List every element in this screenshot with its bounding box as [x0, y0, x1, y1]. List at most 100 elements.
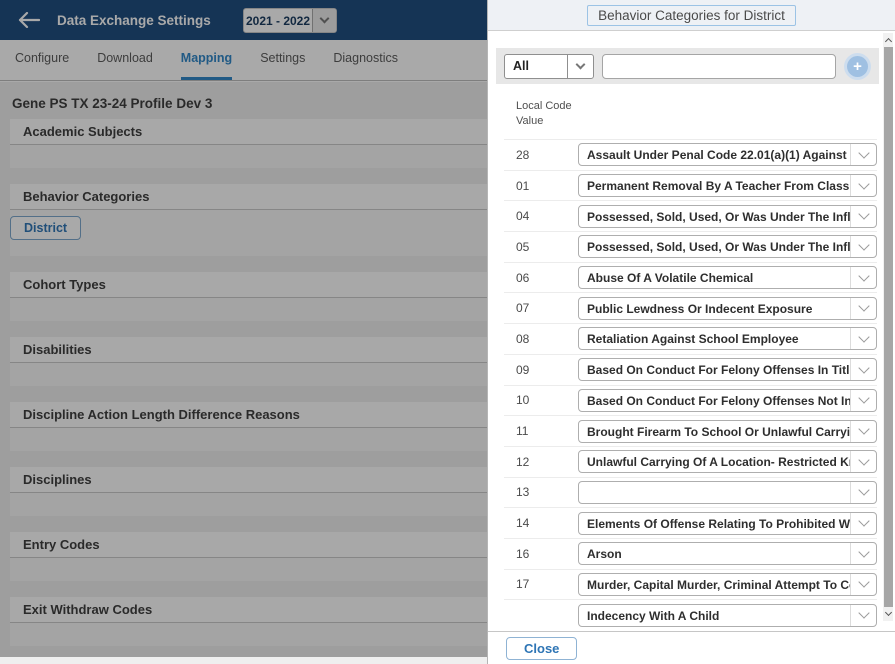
value-dropdown[interactable]: Public Lewdness Or Indecent Exposure [578, 297, 877, 320]
value-text: Based On Conduct For Felony Offenses In … [579, 359, 850, 380]
table-row: 11 Brought Firearm To School Or Unlawful… [504, 415, 877, 446]
local-code: 17 [516, 577, 578, 591]
chevron-down-icon [850, 267, 876, 288]
column-header: Local Code Value [516, 99, 895, 129]
local-code: 09 [516, 363, 578, 377]
chevron-down-icon [850, 482, 876, 503]
close-button[interactable]: Close [506, 637, 577, 660]
local-code: 16 [516, 547, 578, 561]
table-row: 05 Possessed, Sold, Used, Or Was Under T… [504, 231, 877, 262]
value-text: Public Lewdness Or Indecent Exposure [579, 298, 850, 319]
local-code: 08 [516, 332, 578, 346]
chevron-down-icon [850, 574, 876, 595]
value-dropdown[interactable]: Brought Firearm To School Or Unlawful Ca… [578, 420, 877, 443]
dialog-toolbar: All + [496, 48, 879, 84]
chevron-down-icon [850, 605, 876, 626]
value-text: Elements Of Offense Relating To Prohibit… [579, 513, 850, 534]
local-code: 04 [516, 209, 578, 223]
dialog-scrollbar[interactable] [883, 33, 893, 621]
value-text: Assault Under Penal Code 22.01(a)(1) Aga… [579, 144, 850, 165]
value-text: Arson [579, 543, 850, 564]
value-dropdown[interactable]: Abuse Of A Volatile Chemical [578, 266, 877, 289]
table-row: 01 Permanent Removal By A Teacher From C… [504, 170, 877, 201]
chevron-down-icon [850, 175, 876, 196]
value-dropdown[interactable]: Based On Conduct For Felony Offenses In … [578, 358, 877, 381]
table-row-partial: Indecency With A Child [504, 599, 877, 630]
table-row: 09 Based On Conduct For Felony Offenses … [504, 354, 877, 385]
chevron-down-icon [567, 55, 593, 78]
value-dropdown[interactable]: Unlawful Carrying Of A Location- Restric… [578, 450, 877, 473]
value-dropdown[interactable]: Elements Of Offense Relating To Prohibit… [578, 512, 877, 535]
value-text: Abuse Of A Volatile Chemical [579, 267, 850, 288]
value-text: Permanent Removal By A Teacher From Clas… [579, 175, 850, 196]
value-dropdown[interactable]: Indecency With A Child [578, 604, 877, 627]
value-text: Unlawful Carrying Of A Location- Restric… [579, 451, 850, 472]
table-row: 14 Elements Of Offense Relating To Prohi… [504, 507, 877, 538]
table-row: 04 Possessed, Sold, Used, Or Was Under T… [504, 200, 877, 231]
local-code: 01 [516, 179, 578, 193]
value-dropdown[interactable]: Murder, Capital Murder, Criminal Attempt… [578, 573, 877, 596]
local-code: 12 [516, 455, 578, 469]
dialog-footer: Close [488, 631, 895, 664]
table-row: 12 Unlawful Carrying Of A Location- Rest… [504, 446, 877, 477]
chevron-down-icon [850, 144, 876, 165]
table-row: 08 Retaliation Against School Employee [504, 323, 877, 354]
value-dropdown[interactable]: Based On Conduct For Felony Offenses Not… [578, 389, 877, 412]
value-dropdown[interactable]: Arson [578, 542, 877, 565]
local-code: 13 [516, 485, 578, 499]
value-text: Brought Firearm To School Or Unlawful Ca… [579, 421, 850, 442]
dialog-title: Behavior Categories for District [587, 5, 796, 26]
table-row: 16 Arson [504, 538, 877, 569]
filter-select[interactable]: All [504, 54, 594, 79]
chevron-down-icon [850, 513, 876, 534]
table-row: 07 Public Lewdness Or Indecent Exposure [504, 292, 877, 323]
table-row: 17 Murder, Capital Murder, Criminal Atte… [504, 569, 877, 600]
dialog-scroll-area: All + Local Code Value 28 Assault Under … [488, 31, 895, 631]
chevron-down-icon [850, 543, 876, 564]
filter-selected-value: All [505, 59, 567, 73]
value-dropdown[interactable]: Retaliation Against School Employee [578, 327, 877, 350]
chevron-down-icon [850, 236, 876, 257]
scrollbar-thumb[interactable] [884, 47, 893, 607]
chevron-down-icon [850, 328, 876, 349]
chevron-down-icon [850, 390, 876, 411]
local-code: 28 [516, 148, 578, 162]
table-row: 28 Assault Under Penal Code 22.01(a)(1) … [504, 139, 877, 170]
value-dropdown[interactable]: Permanent Removal By A Teacher From Clas… [578, 174, 877, 197]
add-button[interactable]: + [847, 56, 868, 77]
column-header-line2: Value [516, 114, 895, 129]
value-text: Possessed, Sold, Used, Or Was Under The … [579, 206, 850, 227]
value-dropdown[interactable] [578, 481, 877, 504]
dialog-titlebar: Behavior Categories for District [488, 0, 895, 31]
chevron-down-icon [850, 451, 876, 472]
local-code: 11 [516, 424, 578, 438]
table-row: 13 [504, 477, 877, 508]
scroll-up-arrow-icon[interactable] [883, 33, 893, 46]
local-code: 14 [516, 516, 578, 530]
value-text: Murder, Capital Murder, Criminal Attempt… [579, 574, 850, 595]
chevron-down-icon [850, 298, 876, 319]
table-row: 06 Abuse Of A Volatile Chemical [504, 262, 877, 293]
chevron-down-icon [850, 206, 876, 227]
table-row: 10 Based On Conduct For Felony Offenses … [504, 385, 877, 416]
chevron-down-icon [850, 421, 876, 442]
chevron-down-icon [850, 359, 876, 380]
value-dropdown[interactable]: Possessed, Sold, Used, Or Was Under The … [578, 235, 877, 258]
mapping-rows: 28 Assault Under Penal Code 22.01(a)(1) … [504, 139, 877, 630]
value-text: Retaliation Against School Employee [579, 328, 850, 349]
value-dropdown[interactable]: Assault Under Penal Code 22.01(a)(1) Aga… [578, 143, 877, 166]
local-code: 06 [516, 271, 578, 285]
modal-scrim [0, 0, 488, 657]
value-text [579, 482, 850, 503]
value-text: Indecency With A Child [579, 605, 850, 626]
search-input[interactable] [602, 54, 836, 79]
scroll-down-arrow-icon[interactable] [883, 608, 893, 621]
local-code: 10 [516, 393, 578, 407]
value-text: Based On Conduct For Felony Offenses Not… [579, 390, 850, 411]
column-header-line1: Local Code [516, 99, 895, 114]
value-dropdown[interactable]: Possessed, Sold, Used, Or Was Under The … [578, 205, 877, 228]
local-code: 05 [516, 240, 578, 254]
behavior-categories-dialog: Behavior Categories for District All + L… [487, 0, 895, 664]
local-code: 07 [516, 301, 578, 315]
value-text: Possessed, Sold, Used, Or Was Under The … [579, 236, 850, 257]
